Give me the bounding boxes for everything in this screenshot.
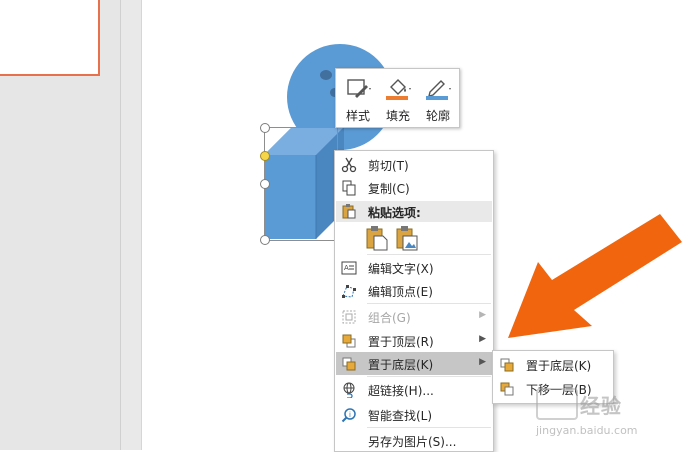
send-to-back-icon: [500, 358, 514, 372]
paint-bucket-icon: [386, 79, 411, 100]
context-menu: 剪切(T) 复制(C) 粘贴选项: A 编辑文字(X) 编辑顶点(E) 组合(G…: [334, 150, 494, 452]
resize-handle[interactable]: [260, 179, 270, 189]
shape-eye: [320, 70, 332, 80]
pen-outline-icon: [426, 80, 451, 100]
submenu-arrow-icon: ▶: [479, 357, 486, 367]
style-label: 样式: [345, 109, 370, 123]
paste-icon: [342, 204, 356, 219]
svg-text:i: i: [349, 411, 351, 419]
edit-points-icon: [342, 285, 356, 298]
edit-text-icon: A: [341, 261, 357, 275]
paste-keep-source-button[interactable]: [365, 225, 389, 251]
resize-handle[interactable]: [260, 123, 270, 133]
scissors-icon: [341, 157, 357, 173]
bring-to-front-icon: [342, 334, 356, 348]
submenu-item-send-to-back[interactable]: 置于底层(K): [494, 353, 612, 376]
svg-text:A: A: [344, 264, 349, 272]
menu-item-bring-to-front[interactable]: 置于顶层(R) ▶: [336, 329, 492, 352]
menu-separator: [367, 427, 491, 428]
send-to-back-icon: [342, 357, 356, 371]
menu-separator: [367, 254, 491, 255]
menu-item-send-to-back[interactable]: 置于底层(K) ▶: [336, 352, 492, 375]
outline-label: 轮廓: [425, 109, 450, 123]
menu-separator: [367, 376, 491, 377]
menu-item-smart-lookup[interactable]: i 智能查找(L): [336, 403, 492, 426]
menu-item-hyperlink[interactable]: 超链接(H)...: [336, 378, 492, 401]
send-backward-icon: [500, 382, 514, 396]
menu-item-cut[interactable]: 剪切(T): [336, 153, 492, 176]
annotation-arrow-icon: [508, 214, 682, 338]
shape-style-icon: [347, 79, 371, 98]
fill-label: 填充: [385, 109, 410, 123]
menu-item-copy[interactable]: 复制(C): [336, 176, 492, 199]
baidu-logo-icon: [536, 388, 578, 420]
menu-item-edit-text[interactable]: A 编辑文字(X): [336, 256, 492, 279]
selection-frame: [264, 127, 338, 241]
slide-thumbnail[interactable]: [0, 0, 100, 76]
slide-thumbnail-pane: [0, 0, 121, 450]
outline-button[interactable]: 轮廓: [420, 75, 456, 123]
paste-picture-icon: [396, 226, 418, 251]
resize-handle[interactable]: [260, 235, 270, 245]
pane-divider[interactable]: [121, 0, 142, 450]
copy-icon: [342, 180, 356, 196]
fill-button[interactable]: 填充: [380, 75, 416, 123]
paste-clipboard-icon: [366, 226, 388, 251]
style-button[interactable]: 样式: [340, 75, 376, 123]
group-icon: [342, 310, 356, 324]
submenu-arrow-icon: ▶: [479, 310, 486, 320]
menu-item-save-as-picture[interactable]: 另存为图片(S)...: [336, 429, 492, 452]
adjust-handle[interactable]: [260, 151, 270, 161]
menu-separator: [367, 303, 491, 304]
paste-as-picture-button[interactable]: [395, 225, 419, 251]
smart-lookup-icon: i: [341, 408, 356, 423]
paste-options-header: 粘贴选项:: [336, 201, 492, 222]
menu-item-group[interactable]: 组合(G) ▶: [336, 305, 492, 328]
submenu-arrow-icon: ▶: [479, 334, 486, 344]
watermark: 经验 jingyan.baidu.com: [536, 386, 696, 446]
menu-item-edit-points[interactable]: 编辑顶点(E): [336, 279, 492, 302]
mini-toolbar: 样式 填充 轮廓: [335, 68, 460, 128]
hyperlink-icon: [343, 382, 355, 398]
